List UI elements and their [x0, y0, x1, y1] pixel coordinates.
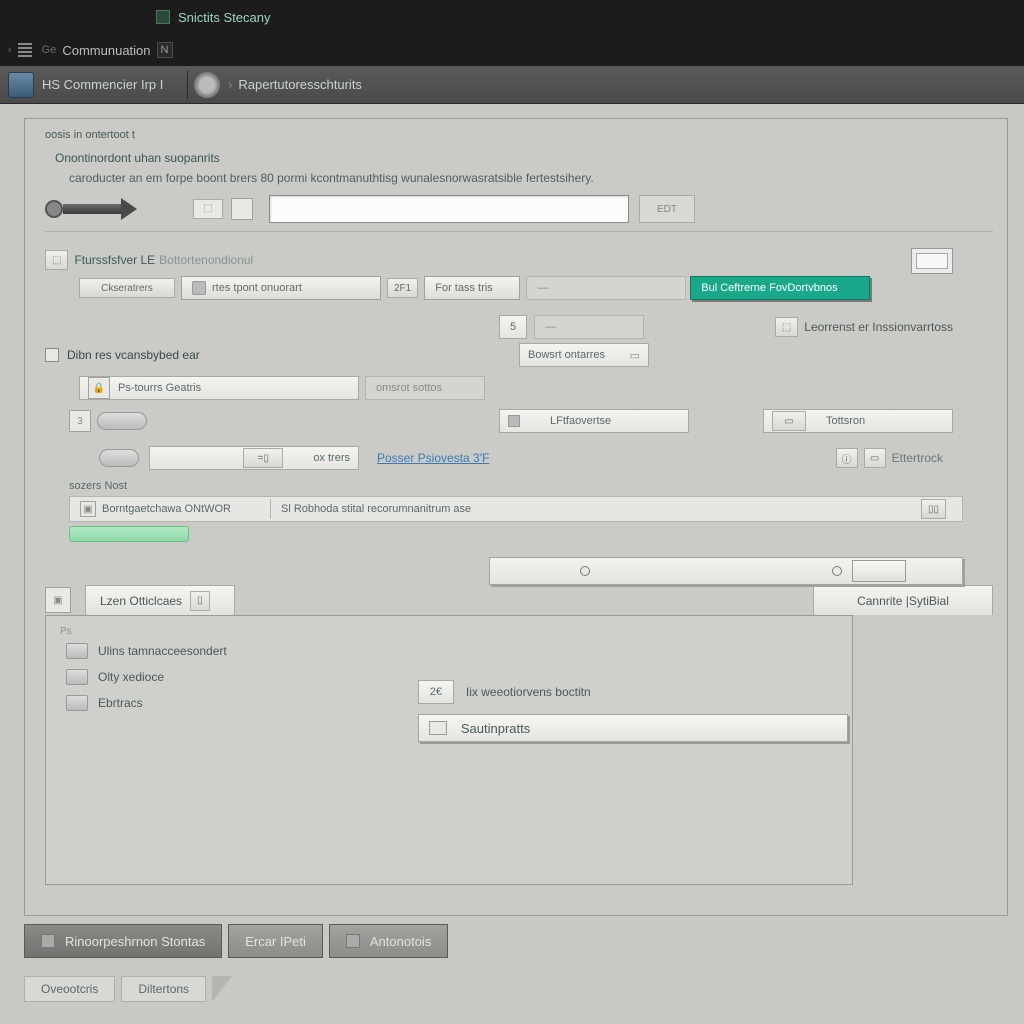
float-button-1[interactable]: —: [534, 315, 644, 339]
arrow-start-icon[interactable]: [45, 200, 63, 218]
item-icon: [66, 669, 88, 685]
toolbar-item-2[interactable]: Rapertutoresschturits: [238, 77, 362, 92]
right-button[interactable]: ▭ Tottsron: [763, 409, 953, 433]
info-icon: ⓘ: [836, 448, 858, 468]
arrow-chip[interactable]: ⬚: [193, 199, 223, 219]
status-cell-a[interactable]: ▣ Borntgaetchawa ONtWOR: [70, 501, 270, 517]
footer-button-d[interactable]: Oveootcris: [24, 976, 115, 1002]
status-end-icon: ▯▯: [921, 499, 946, 519]
option-b-button[interactable]: For tass tris: [424, 276, 520, 300]
status-icon: ▣: [80, 501, 96, 517]
menubar: ‹ Ge Communuation N: [0, 34, 1024, 66]
cx-field[interactable]: =▯ ox trers: [149, 446, 359, 470]
collapse-icon[interactable]: ‹: [8, 44, 12, 56]
group-tail: Bottortenondionul: [159, 253, 253, 267]
list-item[interactable]: Ebrtracs: [66, 695, 402, 711]
arrow-icon: [63, 204, 123, 214]
badge-icon: ▭: [772, 411, 806, 431]
preset-chip[interactable]: Ckseratrers: [79, 278, 175, 298]
user-icon: [41, 934, 55, 948]
group-header: ⬚ Fturssfsfver LE Bottortenondionul: [45, 250, 870, 270]
edit-button[interactable]: EDT: [639, 195, 695, 223]
titlebar-label: Snictits Stecany: [178, 10, 271, 25]
section-subtitle: Onontinordont uhan suopanrits: [55, 151, 993, 165]
list-item[interactable]: Olty xedioce: [66, 669, 402, 685]
slider-tick-2: [832, 566, 842, 576]
pill-icon[interactable]: [97, 412, 147, 430]
chevron-right-icon: ›: [228, 78, 232, 92]
item-icon: [66, 643, 88, 659]
num-chip-label: Iix weeotiorvens boctitn: [466, 685, 591, 699]
subsection-label: sozers Nost: [69, 480, 993, 492]
tab-2[interactable]: Cannrite |SytiBial: [813, 585, 993, 615]
main-panel: oosis in ontertoot t Onontinordont uhan …: [24, 118, 1008, 916]
pill-icon-2[interactable]: [99, 449, 139, 467]
toolbar: HS Commencier Irp I › Rapertutoresschtur…: [0, 66, 1024, 104]
footer-button-b[interactable]: Ercar IPeti: [228, 924, 323, 958]
gear-icon: [192, 281, 206, 295]
globe-icon[interactable]: [194, 72, 220, 98]
checkbox-label: Dibn res vcansbybed ear: [67, 348, 200, 362]
status-cell-b[interactable]: Sl Robhoda stital recorumnanitrum ase ▯▯: [270, 499, 962, 519]
footer-row-1: Rinoorpeshrnon Stontas Ercar IPeti Anton…: [24, 924, 448, 958]
mode-toggle[interactable]: [231, 198, 253, 220]
num-chip[interactable]: 2€: [418, 680, 454, 704]
app-icon[interactable]: [8, 72, 34, 98]
option-c-button[interactable]: —: [526, 276, 686, 300]
menu-label[interactable]: Communuation: [62, 43, 150, 58]
content-corner-label: Ps: [60, 626, 402, 637]
list-icon[interactable]: [18, 43, 32, 57]
menu-prefix: Ge: [42, 44, 57, 56]
item-icon: [66, 695, 88, 711]
progress-indicator: [69, 526, 189, 542]
cx-chip-icon: =▯: [243, 448, 283, 468]
footer-button-a[interactable]: Rinoorpeshrnon Stontas: [24, 924, 222, 958]
toolbar-item-1[interactable]: HS Commencier Irp I: [42, 77, 163, 92]
footer-row-2: Oveootcris Diltertons: [24, 976, 232, 1002]
slider-tick-1: [580, 566, 590, 576]
tab-1[interactable]: Lzen Otticlcaes ▯: [85, 585, 235, 615]
float-button-2[interactable]: Bowsrt ontarres▭: [519, 343, 649, 367]
footer-wedge-icon: [212, 976, 232, 1002]
slider-handle[interactable]: [852, 560, 906, 582]
tours-side-button[interactable]: omsrot sottos: [365, 376, 485, 400]
expand-icon: [429, 721, 447, 735]
side-chip-icon: ⬚: [775, 317, 798, 337]
float-num[interactable]: 5: [499, 315, 527, 339]
list-item[interactable]: Ulins tamnacceesondert: [66, 643, 402, 659]
tours-button[interactable]: 🔒 Ps-tourrs Geatris: [79, 376, 359, 400]
row-index: 3: [69, 410, 91, 432]
tag-icon: [508, 415, 520, 427]
option-a-button[interactable]: rtes tpont onuorart: [181, 276, 381, 300]
refresh-icon: [346, 934, 360, 948]
right-info-label: Ettertrock: [892, 451, 943, 465]
main-input[interactable]: [269, 195, 629, 223]
menu-tab-mark[interactable]: N: [157, 42, 173, 58]
side-label: Leorrenst er Inssionvarrtoss: [804, 320, 953, 334]
preview-thumbnail[interactable]: [911, 248, 953, 274]
titlebar: Snictits Stecany: [0, 0, 1024, 34]
mid-button[interactable]: LFtfaovertse: [499, 409, 689, 433]
footer-button-c[interactable]: Antonotois: [329, 924, 448, 958]
tab-icon[interactable]: ▣: [45, 587, 71, 613]
direction-input-row: ⬚ EDT: [45, 195, 993, 232]
enable-checkbox[interactable]: [45, 348, 59, 362]
details-link[interactable]: Posser Psiovesta 3'F: [377, 451, 489, 465]
folder-icon: ▭: [864, 448, 886, 468]
group-prefix: Fturssfsfver LE: [74, 253, 155, 267]
option-a-num: 2F1: [387, 278, 418, 298]
expand-button[interactable]: Sautinpratts: [418, 714, 848, 742]
document-icon: [156, 10, 170, 24]
content-area: Ps Ulins tamnacceesondert Olty xedioce E…: [45, 615, 853, 885]
footer-button-e[interactable]: Diltertons: [121, 976, 206, 1002]
primary-action-button[interactable]: Bul Ceftrerne FovDortvbnos: [690, 276, 870, 300]
tab-1-badge: ▯: [190, 591, 210, 611]
section-description: caroducter an em forpe boont brers 80 po…: [69, 171, 993, 185]
range-slider[interactable]: [489, 557, 963, 585]
lock-icon: 🔒: [88, 377, 110, 399]
panel-title: oosis in ontertoot t: [45, 129, 993, 141]
group-chip-icon: ⬚: [45, 250, 68, 270]
status-bar: ▣ Borntgaetchawa ONtWOR Sl Robhoda stita…: [69, 496, 963, 522]
toolbar-separator: [187, 71, 188, 99]
